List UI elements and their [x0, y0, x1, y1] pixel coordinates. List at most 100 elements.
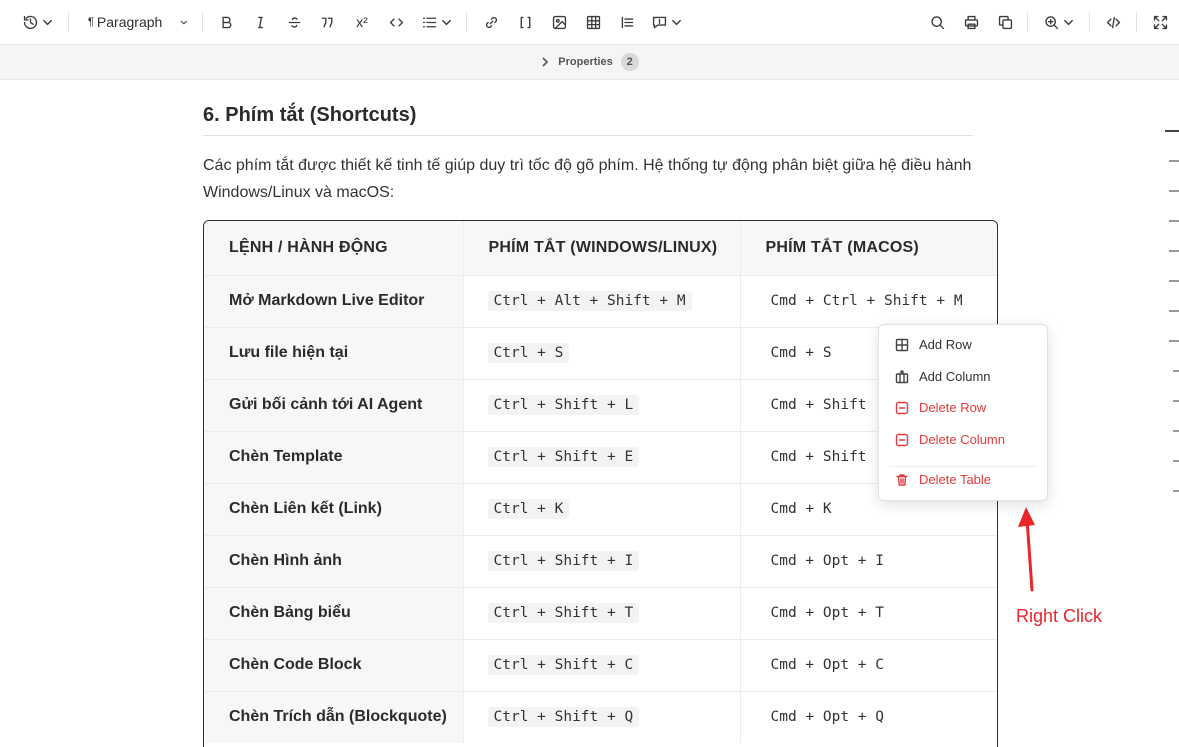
- italic-icon: [257, 16, 263, 28]
- delete-column-menu-item[interactable]: Delete Column: [895, 432, 1005, 447]
- copy-button[interactable]: [995, 10, 1015, 34]
- chevron-down-icon: [672, 19, 681, 25]
- outline-marker[interactable]: [1169, 340, 1179, 342]
- table-header-cell[interactable]: PHÍM TẮT (WINDOWS/LINUX): [462, 221, 740, 275]
- windows-shortcut-cell[interactable]: Ctrl + Shift + E: [462, 430, 740, 483]
- command-cell[interactable]: Mở Markdown Live Editor: [204, 274, 463, 327]
- outline-marker[interactable]: [1169, 220, 1179, 222]
- outline-marker[interactable]: [1173, 460, 1179, 462]
- superscript-icon: x²: [356, 14, 368, 30]
- section-paragraph: Các phím tắt được thiết kế tinh tế giúp …: [203, 157, 972, 201]
- command-cell[interactable]: Lưu file hiện tại: [204, 326, 463, 379]
- link-button[interactable]: [481, 10, 501, 34]
- command-cell[interactable]: Chèn Liên kết (Link): [204, 482, 463, 535]
- comment-button[interactable]: [651, 10, 682, 34]
- outline-marker-active[interactable]: [1165, 130, 1179, 132]
- windows-shortcut-cell[interactable]: Ctrl + K: [462, 482, 740, 535]
- add-row-menu-item[interactable]: Add Row: [895, 337, 972, 352]
- shortcut-code: Ctrl + Shift + E: [487, 447, 640, 467]
- delete-row-menu-item[interactable]: Delete Row: [895, 400, 986, 415]
- delete-row-icon: [895, 401, 909, 414]
- toolbar-divider: [68, 12, 69, 32]
- fullscreen-button[interactable]: [1150, 10, 1170, 34]
- table-button[interactable]: [583, 10, 603, 34]
- bold-button[interactable]: [216, 10, 236, 34]
- windows-shortcut-cell[interactable]: Ctrl + Shift + T: [462, 586, 740, 639]
- chevron-right-icon: [542, 57, 549, 67]
- code-icon: [389, 17, 403, 27]
- chevron-down-icon: [181, 20, 188, 24]
- table-header-cell[interactable]: PHÍM TẮT (MACOS): [739, 221, 997, 275]
- list-button[interactable]: [421, 10, 452, 34]
- command-cell[interactable]: Chèn Code Block: [204, 638, 463, 691]
- italic-button[interactable]: [250, 10, 270, 34]
- command-cell[interactable]: Gửi bối cảnh tới AI Agent: [204, 378, 463, 431]
- mac-shortcut-cell[interactable]: Cmd + Opt + Q: [739, 690, 997, 743]
- source-code-button[interactable]: [1103, 10, 1123, 34]
- print-button[interactable]: [961, 10, 981, 34]
- shortcut-code: Cmd + Opt + I: [770, 553, 885, 569]
- annotation-arrow-icon: [1018, 507, 1035, 592]
- windows-shortcut-cell[interactable]: Ctrl + S: [462, 326, 740, 379]
- table-header-row: LỆNH / HÀNH ĐỘNG PHÍM TẮT (WINDOWS/LINUX…: [204, 221, 997, 275]
- shortcut-code: Ctrl + Alt + Shift + M: [487, 291, 692, 311]
- section-heading: 6. Phím tắt (Shortcuts): [203, 104, 973, 136]
- table-header-cell[interactable]: LỆNH / HÀNH ĐỘNG: [204, 221, 463, 275]
- outline-marker[interactable]: [1169, 310, 1179, 312]
- inline-code-button[interactable]: [386, 10, 406, 34]
- outline-marker[interactable]: [1169, 160, 1179, 162]
- copy-icon: [998, 15, 1012, 29]
- properties-toggle[interactable]: Properties 2: [540, 53, 639, 71]
- menu-divider: [889, 466, 1037, 467]
- zoom-button[interactable]: [1043, 10, 1074, 34]
- chevron-down-icon: [1064, 19, 1073, 25]
- shortcut-code: Cmd + Ctrl + Shift + M: [770, 293, 963, 309]
- search-button[interactable]: [927, 10, 947, 34]
- menu-item-label: Add Column: [919, 369, 991, 384]
- blockquote-button[interactable]: [317, 10, 337, 34]
- image-button[interactable]: [549, 10, 569, 34]
- add-column-menu-item[interactable]: Add Column: [895, 369, 991, 384]
- delete-column-icon: [895, 433, 909, 446]
- superscript-button[interactable]: x²: [352, 10, 372, 34]
- windows-shortcut-cell[interactable]: Ctrl + Alt + Shift + M: [462, 274, 740, 327]
- outline-marker[interactable]: [1173, 430, 1179, 432]
- history-button[interactable]: [22, 10, 53, 34]
- mac-shortcut-cell[interactable]: Cmd + Opt + T: [739, 586, 997, 639]
- shortcut-code: Ctrl + K: [487, 499, 570, 519]
- shortcut-code: Ctrl + Shift + C: [487, 655, 640, 675]
- outline-marker[interactable]: [1169, 250, 1179, 252]
- windows-shortcut-cell[interactable]: Ctrl + Shift + I: [462, 534, 740, 587]
- shortcut-code: Cmd + K: [770, 501, 832, 517]
- windows-shortcut-cell[interactable]: Ctrl + Shift + Q: [462, 690, 740, 743]
- outline-marker[interactable]: [1169, 280, 1179, 282]
- bracket-button[interactable]: [515, 10, 535, 34]
- comment-icon: [652, 16, 667, 28]
- strikethrough-button[interactable]: [284, 10, 304, 34]
- shortcut-code: Cmd + Opt + C: [770, 657, 885, 673]
- delete-table-menu-item[interactable]: Delete Table: [895, 472, 991, 487]
- command-cell[interactable]: Chèn Template: [204, 430, 463, 483]
- windows-shortcut-cell[interactable]: Ctrl + Shift + C: [462, 638, 740, 691]
- bracket-icon: [520, 16, 530, 28]
- mac-shortcut-cell[interactable]: Cmd + Opt + C: [739, 638, 997, 691]
- chevron-down-icon: [43, 19, 52, 25]
- toolbar-divider: [466, 12, 467, 32]
- command-cell[interactable]: Chèn Hình ảnh: [204, 534, 463, 587]
- mac-shortcut-cell[interactable]: Cmd + Opt + I: [739, 534, 997, 587]
- outline-marker[interactable]: [1173, 400, 1179, 402]
- command-cell[interactable]: Chèn Trích dẫn (Blockquote): [204, 690, 463, 743]
- align-button[interactable]: [617, 10, 637, 34]
- list-icon: [422, 17, 437, 27]
- menu-item-label: Add Row: [919, 337, 972, 352]
- pilcrow-icon: ¶: [88, 16, 94, 28]
- command-cell[interactable]: Chèn Bảng biểu: [204, 586, 463, 639]
- shortcut-code: Ctrl + Shift + I: [487, 551, 640, 571]
- windows-shortcut-cell[interactable]: Ctrl + Shift + L: [462, 378, 740, 431]
- outline-marker[interactable]: [1173, 370, 1179, 372]
- paragraph-style-select[interactable]: ¶ Paragraph: [88, 10, 188, 34]
- outline-marker[interactable]: [1173, 490, 1179, 492]
- mac-shortcut-cell[interactable]: Cmd + Ctrl + Shift + M: [739, 274, 997, 327]
- outline-marker[interactable]: [1169, 190, 1179, 192]
- shortcut-code: Cmd + Shift: [770, 397, 867, 413]
